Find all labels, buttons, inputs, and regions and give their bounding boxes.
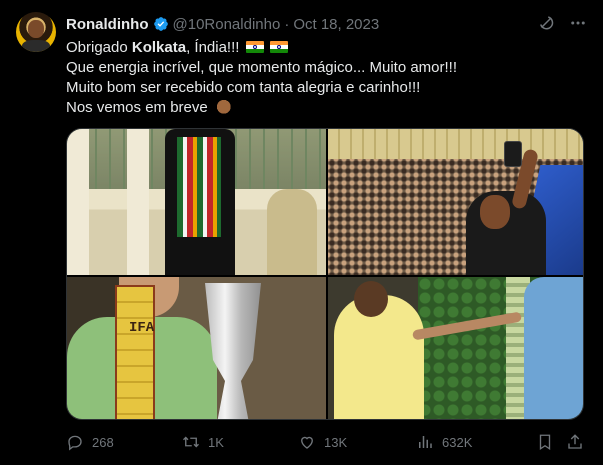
views-button[interactable]: 632K: [416, 433, 472, 451]
photo-trophy[interactable]: IFA: [67, 277, 326, 419]
india-flag-icon: [245, 41, 264, 53]
phone: [504, 141, 522, 167]
like-icon: [298, 433, 316, 451]
tweet-line-4: Nos vemos em breve: [66, 98, 586, 118]
photo-greeting[interactable]: [328, 277, 583, 419]
photo-selfie-crowd[interactable]: [328, 129, 583, 275]
line4-text: Nos vemos em breve: [66, 99, 212, 116]
bookmark-button[interactable]: [536, 433, 554, 451]
tweet-header: Ronaldinho @10Ronaldinho · Oct 18, 2023: [66, 14, 379, 34]
building: [328, 129, 583, 159]
scarf: [177, 137, 221, 237]
share-button[interactable]: [566, 433, 584, 451]
author-handle[interactable]: @10Ronaldinho: [173, 16, 281, 33]
header-separator: ·: [284, 15, 290, 33]
tweet-line-1: Obrigado Kolkata, Índia!!!: [66, 38, 586, 58]
sash-letters: IFA: [129, 317, 154, 339]
tweet: Ronaldinho @10Ronaldinho · Oct 18, 2023 …: [0, 0, 603, 465]
pillar: [67, 129, 89, 275]
retweet-button[interactable]: 1K: [182, 433, 224, 451]
sash: [115, 285, 155, 419]
reply-icon: [66, 433, 84, 451]
bookmark-icon: [536, 433, 554, 451]
more-icon[interactable]: [569, 14, 587, 32]
views-icon: [416, 433, 434, 451]
retweet-count: 1K: [208, 434, 224, 450]
verified-badge-icon: [153, 16, 169, 32]
person-head: [354, 281, 388, 317]
media-grid: IFA: [66, 128, 584, 420]
views-count: 632K: [442, 434, 473, 450]
india-flag-icon: [269, 41, 288, 53]
share-icon: [566, 433, 584, 451]
author-name[interactable]: Ronaldinho: [66, 16, 149, 33]
person-head: [480, 195, 510, 229]
pillar: [127, 129, 149, 275]
tweet-text: Obrigado Kolkata, Índia!!! Que energia i…: [66, 38, 586, 118]
avatar[interactable]: [16, 12, 56, 52]
line1-prefix: Obrigado: [66, 39, 132, 56]
avatar-face: [28, 20, 44, 38]
call-me-hand-icon: [214, 98, 231, 114]
grok-icon[interactable]: [537, 14, 555, 32]
tweet-line-3: Muito bom ser recebido com tanta alegria…: [66, 79, 421, 96]
like-button[interactable]: 13K: [298, 433, 347, 451]
person-in-blue: [524, 277, 583, 419]
reply-count: 268: [92, 434, 114, 450]
retweet-icon: [182, 433, 200, 451]
like-count: 13K: [324, 434, 348, 450]
action-bar: 268 1K 13K 632K: [66, 430, 586, 454]
tweet-line-2: Que energia incrível, que momento mágico…: [66, 59, 458, 76]
top-actions: [537, 14, 587, 32]
tweet-date[interactable]: Oct 18, 2023: [293, 16, 379, 33]
line1-suffix: , Índia!!!: [186, 39, 244, 56]
photo-balcony-scarf[interactable]: [67, 129, 326, 275]
mention-kolkata: Kolkata: [131, 39, 187, 56]
reply-button[interactable]: 268: [66, 433, 114, 451]
avatar-shirt: [22, 40, 50, 52]
building-arch: [267, 189, 317, 275]
